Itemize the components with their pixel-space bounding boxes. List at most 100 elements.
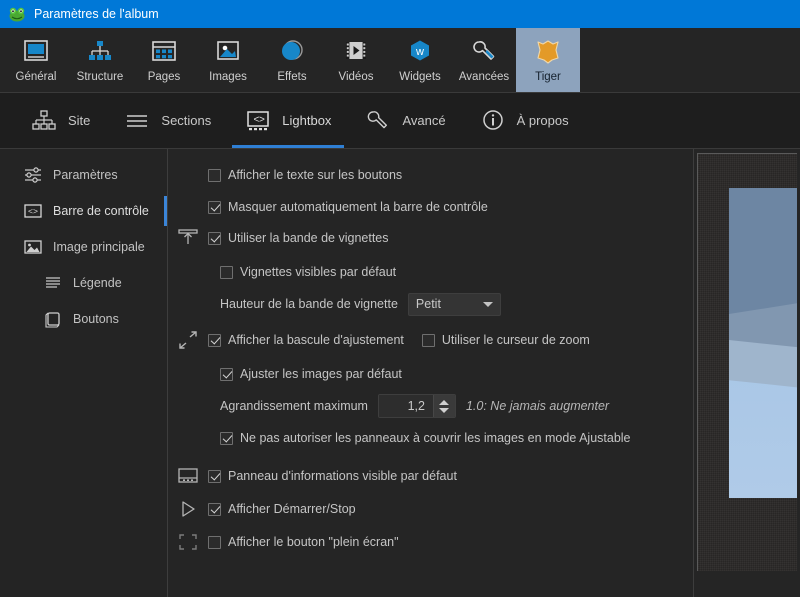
setting-row-show-start-stop: Afficher Démarrer/Stop xyxy=(168,497,693,521)
toolbar-tab-label: Général xyxy=(15,71,57,83)
toolbar-tab-label: Effets xyxy=(277,71,307,83)
checkbox-show-fit-toggle[interactable]: Afficher la bascule d'ajustement xyxy=(208,333,404,347)
toolbar-tab-effets[interactable]: Effets xyxy=(260,28,324,92)
circle-icon xyxy=(275,37,309,67)
lightbox-preview[interactable] xyxy=(697,153,797,571)
toolbar-tab-label: Images xyxy=(209,71,247,83)
max-enlargement-stepper[interactable]: 1,2 xyxy=(377,394,456,418)
max-enlargement-hint: 1.0: Ne jamais augmenter xyxy=(465,399,610,413)
checkbox-show-button-text[interactable]: Afficher le texte sur les boutons xyxy=(208,168,402,182)
subnav-item-lightbox[interactable]: < > Lightbox xyxy=(228,93,348,148)
setting-row-no-panel-cover: Ne pas autoriser les panneaux à couvrir … xyxy=(168,426,693,450)
checkbox-no-panel-cover[interactable]: Ne pas autoriser les panneaux à couvrir … xyxy=(220,431,631,445)
checkbox-box xyxy=(208,535,221,549)
checkbox-box xyxy=(421,333,435,347)
svg-text:>: > xyxy=(259,114,265,125)
thumb-strip-height-label: Hauteur de la bande de vignette xyxy=(220,297,398,311)
frog-icon xyxy=(8,5,26,23)
checkbox-show-fullscreen-button[interactable]: Afficher le bouton "plein écran" xyxy=(208,535,399,549)
toolbar-tab-label: Avancées xyxy=(458,71,510,83)
toolbar-tab-images[interactable]: Images xyxy=(196,28,260,92)
subnav-item-apropos[interactable]: À propos xyxy=(463,93,586,148)
checkbox-label: Afficher la bascule d'ajustement xyxy=(228,333,404,347)
main-toolbar: Général Structure Pages Images Effets Vi… xyxy=(0,28,800,93)
info-icon xyxy=(480,108,506,134)
settings-panel: Afficher le texte sur les boutons Masque… xyxy=(168,149,693,597)
thumb-strip-height-dropdown[interactable]: Petit xyxy=(407,292,501,316)
setting-row-thumbs-visible-default: Vignettes visibles par défaut xyxy=(168,260,693,284)
toolbar-tab-widgets[interactable]: w Widgets xyxy=(388,28,452,92)
sidebar-item-parametres[interactable]: Paramètres xyxy=(0,157,167,193)
checkbox-label: Ne pas autoriser les panneaux à couvrir … xyxy=(240,431,631,445)
preview-pane xyxy=(693,149,800,597)
checkbox-label: Vignettes visibles par défaut xyxy=(240,265,397,279)
sitemap-icon xyxy=(83,37,117,67)
toolbar-tab-avancees[interactable]: Avancées xyxy=(452,28,516,92)
wrench-icon xyxy=(365,108,391,134)
checkbox-box xyxy=(208,502,221,516)
sidebar-item-boutons[interactable]: Boutons xyxy=(0,301,167,337)
row-gutter xyxy=(168,260,208,284)
toolbar-tab-general[interactable]: Général xyxy=(4,28,68,92)
checkbox-thumbs-visible-default[interactable]: Vignettes visibles par défaut xyxy=(220,265,396,279)
picture-icon xyxy=(22,236,44,258)
sidebar-item-legende[interactable]: Légende xyxy=(0,265,167,301)
subnav-item-avance[interactable]: Avancé xyxy=(348,93,462,148)
toolbar-tab-pages[interactable]: Pages xyxy=(132,28,196,92)
row-gutter xyxy=(168,426,208,450)
toolbar-tab-label: Widgets xyxy=(399,71,441,83)
stepper-buttons[interactable] xyxy=(432,395,455,417)
stepper-up-icon[interactable] xyxy=(439,399,450,405)
tiger-pelt-icon xyxy=(531,37,565,67)
stepper-down-icon[interactable] xyxy=(439,407,450,413)
film-icon xyxy=(339,37,373,67)
subnav-item-site[interactable]: Site xyxy=(14,93,107,148)
toolbar-tab-structure[interactable]: Structure xyxy=(68,28,132,92)
max-enlargement-label: Agrandissement maximum xyxy=(220,399,368,413)
checkbox-use-zoom-slider[interactable]: Utiliser le curseur de zoom xyxy=(421,333,590,347)
setting-row-thumb-strip-height: Hauteur de la bande de vignette Petit xyxy=(168,292,693,316)
lightbox-icon: < > xyxy=(22,200,44,222)
checkbox-label: Utiliser le curseur de zoom xyxy=(441,333,590,347)
sidebar-item-image-principale[interactable]: Image principale xyxy=(0,229,167,265)
checkbox-label: Panneau d'informations visible par défau… xyxy=(228,469,457,483)
checkbox-use-thumbnail-strip[interactable]: Utiliser la bande de vignettes xyxy=(208,231,389,245)
stepper-value: 1,2 xyxy=(378,395,433,417)
setting-row-fit-images-default: Ajuster les images par défaut xyxy=(168,362,693,386)
fullscreen-icon xyxy=(168,530,208,554)
toolbar-tab-tiger[interactable]: Tiger xyxy=(516,28,580,92)
checkbox-info-panel-default[interactable]: Panneau d'informations visible par défau… xyxy=(208,469,457,483)
sidebar-item-label: Barre de contrôle xyxy=(53,204,149,218)
checkbox-label: Afficher le texte sur les boutons xyxy=(228,168,403,182)
lightbox-icon: < > xyxy=(245,108,271,134)
subnav-item-sections[interactable]: Sections xyxy=(107,93,228,148)
toolbar-tab-label: Vidéos xyxy=(338,71,374,83)
sidebar-item-barre-de-controle[interactable]: < > Barre de contrôle xyxy=(0,193,167,229)
checkbox-box xyxy=(220,265,233,279)
wrench-icon xyxy=(467,37,501,67)
subnav-item-label: À propos xyxy=(516,113,569,128)
hamburger-icon xyxy=(124,108,150,134)
toolbar-tab-label: Structure xyxy=(76,71,124,83)
checkbox-show-start-stop[interactable]: Afficher Démarrer/Stop xyxy=(208,502,356,516)
checkbox-fit-images-default[interactable]: Ajuster les images par défaut xyxy=(220,367,402,381)
checkbox-label: Ajuster les images par défaut xyxy=(240,367,402,381)
subnav-item-label: Site xyxy=(68,113,91,128)
dropdown-value: Petit xyxy=(415,297,441,311)
hexagon-w-icon: w xyxy=(403,37,437,67)
preview-image xyxy=(729,188,797,498)
row-gutter xyxy=(168,394,208,418)
checkbox-box xyxy=(220,367,233,381)
toolbar-tab-label: Pages xyxy=(147,71,181,83)
checkbox-box xyxy=(208,200,221,214)
content-area: Paramètres < > Barre de contrôle Image p… xyxy=(0,149,800,597)
thumbstrip-icon xyxy=(168,226,208,250)
preview-image-shape xyxy=(729,338,797,390)
button-icon xyxy=(42,308,64,330)
setting-row-show-button-text: Afficher le texte sur les boutons xyxy=(168,163,693,187)
subnav-item-label: Lightbox xyxy=(282,113,332,128)
checkbox-box xyxy=(208,469,221,483)
subnav-item-label: Sections xyxy=(161,113,212,128)
toolbar-tab-videos[interactable]: Vidéos xyxy=(324,28,388,92)
checkbox-auto-hide-controlbar[interactable]: Masquer automatiquement la barre de cont… xyxy=(208,200,488,214)
